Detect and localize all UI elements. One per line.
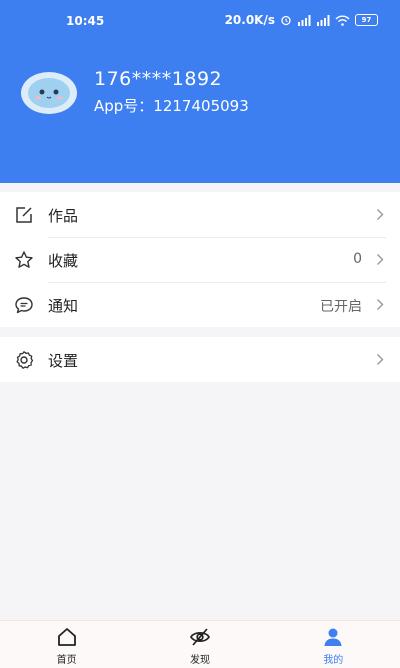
tab-label-home: 首页 bbox=[56, 655, 77, 666]
menu-item-notifications[interactable]: 通知 已开启 bbox=[0, 282, 400, 327]
status-time: 10:45 bbox=[66, 14, 105, 28]
favorites-count: 0 bbox=[353, 251, 362, 267]
profile-app-id: App号：1217405093 bbox=[94, 97, 249, 115]
edit-icon bbox=[16, 207, 32, 223]
chevron-right-icon bbox=[377, 254, 384, 265]
menu-label-settings: 设置 bbox=[48, 352, 79, 370]
status-indicators: 20.0K/s 97 bbox=[225, 13, 378, 27]
tab-label-mine: 我的 bbox=[323, 655, 344, 666]
profile-header: 10:45 20.0K/s 97 176****1892 App号：121740… bbox=[0, 0, 400, 183]
chat-icon bbox=[15, 297, 33, 314]
user-icon bbox=[324, 628, 342, 646]
gear-icon bbox=[16, 351, 34, 369]
chevron-right-icon bbox=[377, 354, 384, 365]
menu-item-works[interactable]: 作品 bbox=[0, 192, 400, 237]
menu-item-favorites[interactable]: 收藏 0 bbox=[0, 237, 400, 282]
tab-home[interactable]: 首页 bbox=[0, 621, 133, 668]
status-bar: 10:45 20.0K/s 97 bbox=[0, 0, 400, 40]
star-icon bbox=[15, 251, 33, 268]
tab-label-discover: 发现 bbox=[189, 655, 210, 666]
profile-phone: 176****1892 bbox=[94, 68, 223, 90]
tab-mine[interactable]: 我的 bbox=[267, 621, 400, 668]
menu-group-main: 作品 收藏 0 通知 已开启 bbox=[0, 192, 400, 327]
network-speed: 20.0K/s bbox=[224, 13, 275, 27]
chevron-right-icon bbox=[377, 299, 384, 310]
wifi-icon bbox=[335, 15, 350, 26]
menu-label-notifications: 通知 bbox=[48, 297, 79, 315]
alarm-icon bbox=[281, 15, 291, 26]
avatar[interactable] bbox=[20, 70, 78, 115]
bottom-tab-bar: 首页 发现 我的 bbox=[0, 620, 400, 668]
menu-group-settings: 设置 bbox=[0, 337, 400, 382]
battery-icon: 97 bbox=[355, 14, 378, 26]
menu-item-settings[interactable]: 设置 bbox=[0, 337, 400, 382]
signal-icon-2 bbox=[317, 14, 330, 26]
chevron-right-icon bbox=[377, 209, 384, 220]
home-icon bbox=[57, 628, 76, 646]
signal-icon bbox=[298, 14, 311, 26]
menu-label-works: 作品 bbox=[48, 207, 79, 225]
menu-label-favorites: 收藏 bbox=[48, 252, 79, 270]
eye-off-icon bbox=[190, 628, 210, 646]
notifications-status: 已开启 bbox=[320, 299, 362, 315]
tab-discover[interactable]: 发现 bbox=[133, 621, 266, 668]
